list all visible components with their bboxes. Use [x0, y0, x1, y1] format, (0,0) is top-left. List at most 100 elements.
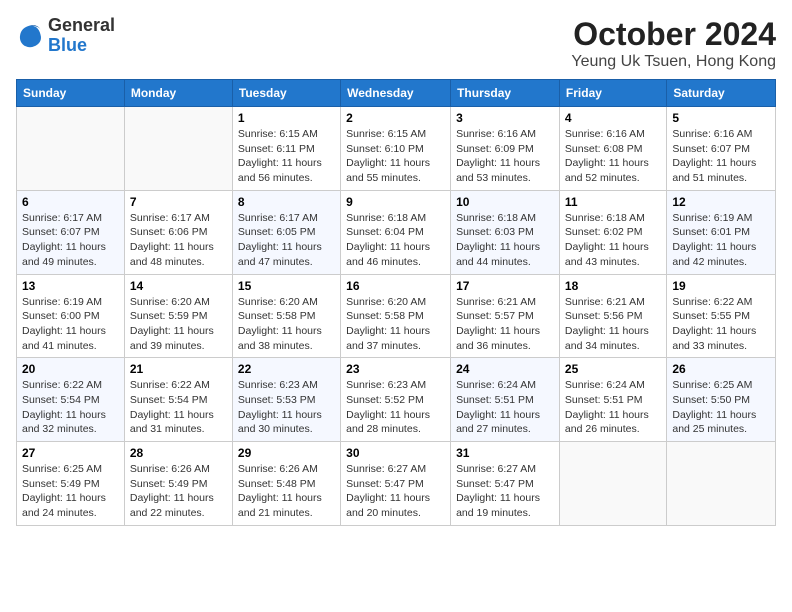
day-info: Sunrise: 6:17 AMSunset: 6:06 PMDaylight:… — [130, 211, 227, 270]
day-number: 19 — [672, 279, 770, 293]
calendar-cell: 6 Sunrise: 6:17 AMSunset: 6:07 PMDaylight… — [17, 190, 125, 274]
calendar-cell: 31 Sunrise: 6:27 AMSunset: 5:47 PMDayligh… — [451, 442, 560, 526]
day-number: 7 — [130, 195, 227, 209]
day-number: 16 — [346, 279, 445, 293]
day-number: 17 — [456, 279, 554, 293]
week-row-4: 20 Sunrise: 6:22 AMSunset: 5:54 PMDayligh… — [17, 358, 776, 442]
calendar-cell: 24 Sunrise: 6:24 AMSunset: 5:51 PMDayligh… — [451, 358, 560, 442]
weekday-header-friday: Friday — [559, 80, 666, 107]
day-info: Sunrise: 6:26 AMSunset: 5:49 PMDaylight:… — [130, 462, 227, 521]
calendar-cell: 9 Sunrise: 6:18 AMSunset: 6:04 PMDaylight… — [341, 190, 451, 274]
day-info: Sunrise: 6:18 AMSunset: 6:02 PMDaylight:… — [565, 211, 661, 270]
logo-blue: Blue — [48, 36, 115, 56]
day-info: Sunrise: 6:22 AMSunset: 5:54 PMDaylight:… — [22, 378, 119, 437]
day-number: 8 — [238, 195, 335, 209]
weekday-header-saturday: Saturday — [667, 80, 776, 107]
day-info: Sunrise: 6:19 AMSunset: 6:01 PMDaylight:… — [672, 211, 770, 270]
page-header: General Blue October 2024 Yeung Uk Tsuen… — [16, 16, 776, 71]
calendar-cell — [124, 107, 232, 191]
weekday-header-thursday: Thursday — [451, 80, 560, 107]
day-info: Sunrise: 6:17 AMSunset: 6:05 PMDaylight:… — [238, 211, 335, 270]
day-info: Sunrise: 6:17 AMSunset: 6:07 PMDaylight:… — [22, 211, 119, 270]
day-number: 1 — [238, 111, 335, 125]
day-number: 13 — [22, 279, 119, 293]
location-title: Yeung Uk Tsuen, Hong Kong — [571, 53, 776, 71]
calendar-cell: 8 Sunrise: 6:17 AMSunset: 6:05 PMDaylight… — [232, 190, 340, 274]
day-number: 31 — [456, 446, 554, 460]
day-number: 26 — [672, 362, 770, 376]
calendar-cell: 14 Sunrise: 6:20 AMSunset: 5:59 PMDayligh… — [124, 274, 232, 358]
calendar-cell: 21 Sunrise: 6:22 AMSunset: 5:54 PMDayligh… — [124, 358, 232, 442]
day-info: Sunrise: 6:24 AMSunset: 5:51 PMDaylight:… — [456, 378, 554, 437]
weekday-header-monday: Monday — [124, 80, 232, 107]
calendar-cell: 19 Sunrise: 6:22 AMSunset: 5:55 PMDayligh… — [667, 274, 776, 358]
logo-general: General — [48, 16, 115, 36]
weekday-header-tuesday: Tuesday — [232, 80, 340, 107]
day-info: Sunrise: 6:23 AMSunset: 5:52 PMDaylight:… — [346, 378, 445, 437]
day-info: Sunrise: 6:24 AMSunset: 5:51 PMDaylight:… — [565, 378, 661, 437]
day-info: Sunrise: 6:20 AMSunset: 5:59 PMDaylight:… — [130, 295, 227, 354]
day-number: 6 — [22, 195, 119, 209]
day-info: Sunrise: 6:25 AMSunset: 5:49 PMDaylight:… — [22, 462, 119, 521]
week-row-1: 1 Sunrise: 6:15 AMSunset: 6:11 PMDaylight… — [17, 107, 776, 191]
day-info: Sunrise: 6:21 AMSunset: 5:57 PMDaylight:… — [456, 295, 554, 354]
day-number: 27 — [22, 446, 119, 460]
week-row-5: 27 Sunrise: 6:25 AMSunset: 5:49 PMDayligh… — [17, 442, 776, 526]
day-number: 9 — [346, 195, 445, 209]
week-row-3: 13 Sunrise: 6:19 AMSunset: 6:00 PMDayligh… — [17, 274, 776, 358]
day-info: Sunrise: 6:22 AMSunset: 5:55 PMDaylight:… — [672, 295, 770, 354]
title-block: October 2024 Yeung Uk Tsuen, Hong Kong — [571, 16, 776, 71]
calendar-cell: 7 Sunrise: 6:17 AMSunset: 6:06 PMDaylight… — [124, 190, 232, 274]
day-number: 25 — [565, 362, 661, 376]
day-info: Sunrise: 6:27 AMSunset: 5:47 PMDaylight:… — [346, 462, 445, 521]
day-number: 22 — [238, 362, 335, 376]
day-info: Sunrise: 6:25 AMSunset: 5:50 PMDaylight:… — [672, 378, 770, 437]
calendar-cell: 4Sunrise: 6:16 AMSunset: 6:08 PMDaylight… — [559, 107, 666, 191]
weekday-header-sunday: Sunday — [17, 80, 125, 107]
day-number: 18 — [565, 279, 661, 293]
day-info: Sunrise: 6:20 AMSunset: 5:58 PMDaylight:… — [346, 295, 445, 354]
day-info: Sunrise: 6:19 AMSunset: 6:00 PMDaylight:… — [22, 295, 119, 354]
day-info: Sunrise: 6:16 AMSunset: 6:09 PMDaylight:… — [456, 127, 554, 186]
calendar-cell: 15Sunrise: 6:20 AMSunset: 5:58 PMDayligh… — [232, 274, 340, 358]
day-number: 24 — [456, 362, 554, 376]
day-info: Sunrise: 6:27 AMSunset: 5:47 PMDaylight:… — [456, 462, 554, 521]
day-info: Sunrise: 6:20 AMSunset: 5:58 PMDaylight:… — [238, 295, 335, 354]
calendar-cell: 22 Sunrise: 6:23 AMSunset: 5:53 PMDayligh… — [232, 358, 340, 442]
day-info: Sunrise: 6:18 AMSunset: 6:03 PMDaylight:… — [456, 211, 554, 270]
day-info: Sunrise: 6:16 AMSunset: 6:08 PMDaylight:… — [565, 127, 661, 186]
calendar-cell: 5 Sunrise: 6:16 AMSunset: 6:07 PMDaylight… — [667, 107, 776, 191]
day-number: 12 — [672, 195, 770, 209]
day-info: Sunrise: 6:22 AMSunset: 5:54 PMDaylight:… — [130, 378, 227, 437]
day-number: 21 — [130, 362, 227, 376]
day-number: 23 — [346, 362, 445, 376]
day-number: 11 — [565, 195, 661, 209]
day-number: 14 — [130, 279, 227, 293]
day-info: Sunrise: 6:18 AMSunset: 6:04 PMDaylight:… — [346, 211, 445, 270]
day-info: Sunrise: 6:26 AMSunset: 5:48 PMDaylight:… — [238, 462, 335, 521]
calendar-cell: 10Sunrise: 6:18 AMSunset: 6:03 PMDayligh… — [451, 190, 560, 274]
day-info: Sunrise: 6:21 AMSunset: 5:56 PMDaylight:… — [565, 295, 661, 354]
calendar-cell: 27 Sunrise: 6:25 AMSunset: 5:49 PMDayligh… — [17, 442, 125, 526]
logo-icon — [16, 22, 44, 50]
calendar-cell: 28Sunrise: 6:26 AMSunset: 5:49 PMDayligh… — [124, 442, 232, 526]
calendar-cell: 26 Sunrise: 6:25 AMSunset: 5:50 PMDayligh… — [667, 358, 776, 442]
day-info: Sunrise: 6:15 AMSunset: 6:11 PMDaylight:… — [238, 127, 335, 186]
calendar-cell: 29Sunrise: 6:26 AMSunset: 5:48 PMDayligh… — [232, 442, 340, 526]
calendar-cell: 1 Sunrise: 6:15 AMSunset: 6:11 PMDaylight… — [232, 107, 340, 191]
calendar-cell: 17 Sunrise: 6:21 AMSunset: 5:57 PMDayligh… — [451, 274, 560, 358]
day-number: 5 — [672, 111, 770, 125]
logo: General Blue — [16, 16, 115, 56]
day-info: Sunrise: 6:23 AMSunset: 5:53 PMDaylight:… — [238, 378, 335, 437]
calendar-cell — [559, 442, 666, 526]
calendar-cell: 18 Sunrise: 6:21 AMSunset: 5:56 PMDayligh… — [559, 274, 666, 358]
day-number: 2 — [346, 111, 445, 125]
month-title: October 2024 — [571, 16, 776, 53]
calendar-cell: 23 Sunrise: 6:23 AMSunset: 5:52 PMDayligh… — [341, 358, 451, 442]
week-row-2: 6 Sunrise: 6:17 AMSunset: 6:07 PMDaylight… — [17, 190, 776, 274]
weekday-header-wednesday: Wednesday — [341, 80, 451, 107]
day-number: 20 — [22, 362, 119, 376]
weekday-header-row: SundayMondayTuesdayWednesdayThursdayFrid… — [17, 80, 776, 107]
day-info: Sunrise: 6:16 AMSunset: 6:07 PMDaylight:… — [672, 127, 770, 186]
logo-text: General Blue — [48, 16, 115, 56]
